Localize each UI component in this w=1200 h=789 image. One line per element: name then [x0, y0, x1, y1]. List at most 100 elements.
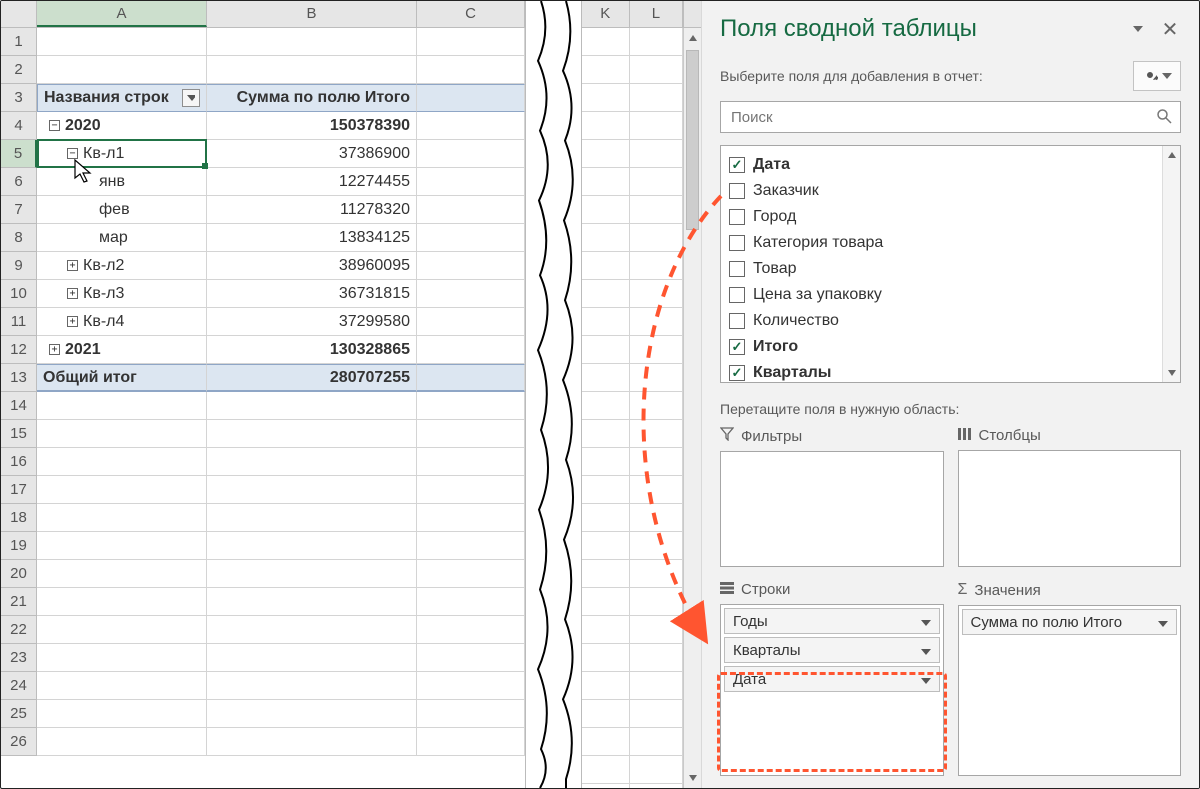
- cell[interactable]: [417, 700, 525, 728]
- cell[interactable]: [37, 644, 207, 672]
- cell[interactable]: −2020: [37, 112, 207, 140]
- chevron-down-icon[interactable]: [1158, 614, 1168, 631]
- row-header[interactable]: 7: [1, 196, 37, 224]
- dropzone-item[interactable]: Кварталы: [724, 637, 940, 663]
- cell[interactable]: 37386900: [207, 140, 417, 168]
- field-item[interactable]: ✓Итого: [729, 334, 1154, 360]
- row-header[interactable]: 15: [1, 420, 37, 448]
- checkbox[interactable]: ✓: [729, 157, 745, 173]
- cell[interactable]: [207, 56, 417, 84]
- row-header[interactable]: 21: [1, 588, 37, 616]
- checkbox[interactable]: [729, 209, 745, 225]
- cell[interactable]: [37, 28, 207, 56]
- cell[interactable]: 150378390: [207, 112, 417, 140]
- row-header[interactable]: 9: [1, 252, 37, 280]
- cell[interactable]: [417, 532, 525, 560]
- cell[interactable]: [417, 308, 525, 336]
- cell[interactable]: [417, 420, 525, 448]
- cell[interactable]: [417, 112, 525, 140]
- cell[interactable]: [207, 644, 417, 672]
- checkbox[interactable]: ✓: [729, 365, 745, 381]
- cell[interactable]: [417, 140, 525, 168]
- cell[interactable]: +Кв-л4: [37, 308, 207, 336]
- vertical-scrollbar[interactable]: [683, 28, 701, 788]
- checkbox[interactable]: [729, 235, 745, 251]
- row-header[interactable]: 12: [1, 336, 37, 364]
- cell[interactable]: [207, 448, 417, 476]
- row-header[interactable]: 18: [1, 504, 37, 532]
- cell[interactable]: [37, 392, 207, 420]
- field-item[interactable]: Количество: [729, 308, 1154, 334]
- cell[interactable]: [37, 420, 207, 448]
- cell[interactable]: 280707255: [207, 364, 417, 392]
- cell[interactable]: [207, 476, 417, 504]
- row-header[interactable]: 2: [1, 56, 37, 84]
- cell[interactable]: 36731815: [207, 280, 417, 308]
- cell[interactable]: мар: [37, 224, 207, 252]
- cell[interactable]: [37, 700, 207, 728]
- checkbox[interactable]: [729, 183, 745, 199]
- cell[interactable]: [417, 476, 525, 504]
- cell[interactable]: [207, 28, 417, 56]
- cell[interactable]: [417, 616, 525, 644]
- row-header[interactable]: 10: [1, 280, 37, 308]
- cell[interactable]: [417, 728, 525, 756]
- row-header[interactable]: 4: [1, 112, 37, 140]
- scroll-down-icon[interactable]: [1163, 364, 1180, 382]
- field-item[interactable]: Категория товара: [729, 230, 1154, 256]
- expand-icon[interactable]: +: [67, 260, 78, 271]
- field-item[interactable]: Цена за упаковку: [729, 282, 1154, 308]
- cell[interactable]: [207, 616, 417, 644]
- cell[interactable]: [37, 504, 207, 532]
- cell[interactable]: [37, 476, 207, 504]
- dropzone-item[interactable]: Дата: [724, 666, 940, 692]
- cell[interactable]: [417, 196, 525, 224]
- chevron-down-icon[interactable]: [921, 671, 931, 688]
- checkbox[interactable]: [729, 313, 745, 329]
- cell[interactable]: [417, 168, 525, 196]
- cell[interactable]: [37, 56, 207, 84]
- field-item[interactable]: ✓Кварталы: [729, 360, 1154, 382]
- cell[interactable]: фев: [37, 196, 207, 224]
- cell[interactable]: [417, 672, 525, 700]
- column-header-B[interactable]: B: [207, 1, 417, 27]
- row-header[interactable]: 16: [1, 448, 37, 476]
- rows-zone[interactable]: Строки ГодыКварталыДата: [720, 581, 944, 776]
- cell[interactable]: [417, 560, 525, 588]
- cell[interactable]: +Кв-л3: [37, 280, 207, 308]
- cell[interactable]: 11278320: [207, 196, 417, 224]
- cell[interactable]: [37, 672, 207, 700]
- cell[interactable]: [417, 280, 525, 308]
- cell[interactable]: [37, 448, 207, 476]
- field-item[interactable]: Город: [729, 204, 1154, 230]
- cell[interactable]: [207, 672, 417, 700]
- expand-icon[interactable]: +: [49, 344, 60, 355]
- column-header-C[interactable]: C: [417, 1, 525, 27]
- cell[interactable]: [37, 532, 207, 560]
- cell[interactable]: [37, 560, 207, 588]
- cell[interactable]: 38960095: [207, 252, 417, 280]
- dropzone-item[interactable]: Годы: [724, 608, 940, 634]
- scroll-down-icon[interactable]: [684, 768, 701, 788]
- row-header[interactable]: 20: [1, 560, 37, 588]
- row-labels-filter-button[interactable]: [182, 89, 200, 107]
- filters-zone[interactable]: Фильтры: [720, 427, 944, 567]
- checkbox[interactable]: [729, 261, 745, 277]
- cell[interactable]: −Кв-л1: [37, 140, 207, 168]
- cell[interactable]: [207, 532, 417, 560]
- cell[interactable]: 13834125: [207, 224, 417, 252]
- cell[interactable]: 12274455: [207, 168, 417, 196]
- row-header[interactable]: 17: [1, 476, 37, 504]
- cell[interactable]: [207, 560, 417, 588]
- dropzone-item[interactable]: Сумма по полю Итого: [962, 609, 1178, 635]
- cell[interactable]: [417, 28, 525, 56]
- cell[interactable]: [207, 588, 417, 616]
- panel-close-button[interactable]: ✕: [1159, 18, 1181, 40]
- cell[interactable]: Названия строк: [37, 84, 207, 112]
- field-item[interactable]: ✓Дата: [729, 152, 1154, 178]
- field-list-scrollbar[interactable]: [1162, 146, 1180, 382]
- columns-zone[interactable]: Столбцы: [958, 427, 1182, 567]
- cell[interactable]: [207, 420, 417, 448]
- cell[interactable]: [417, 336, 525, 364]
- row-header[interactable]: 13: [1, 364, 37, 392]
